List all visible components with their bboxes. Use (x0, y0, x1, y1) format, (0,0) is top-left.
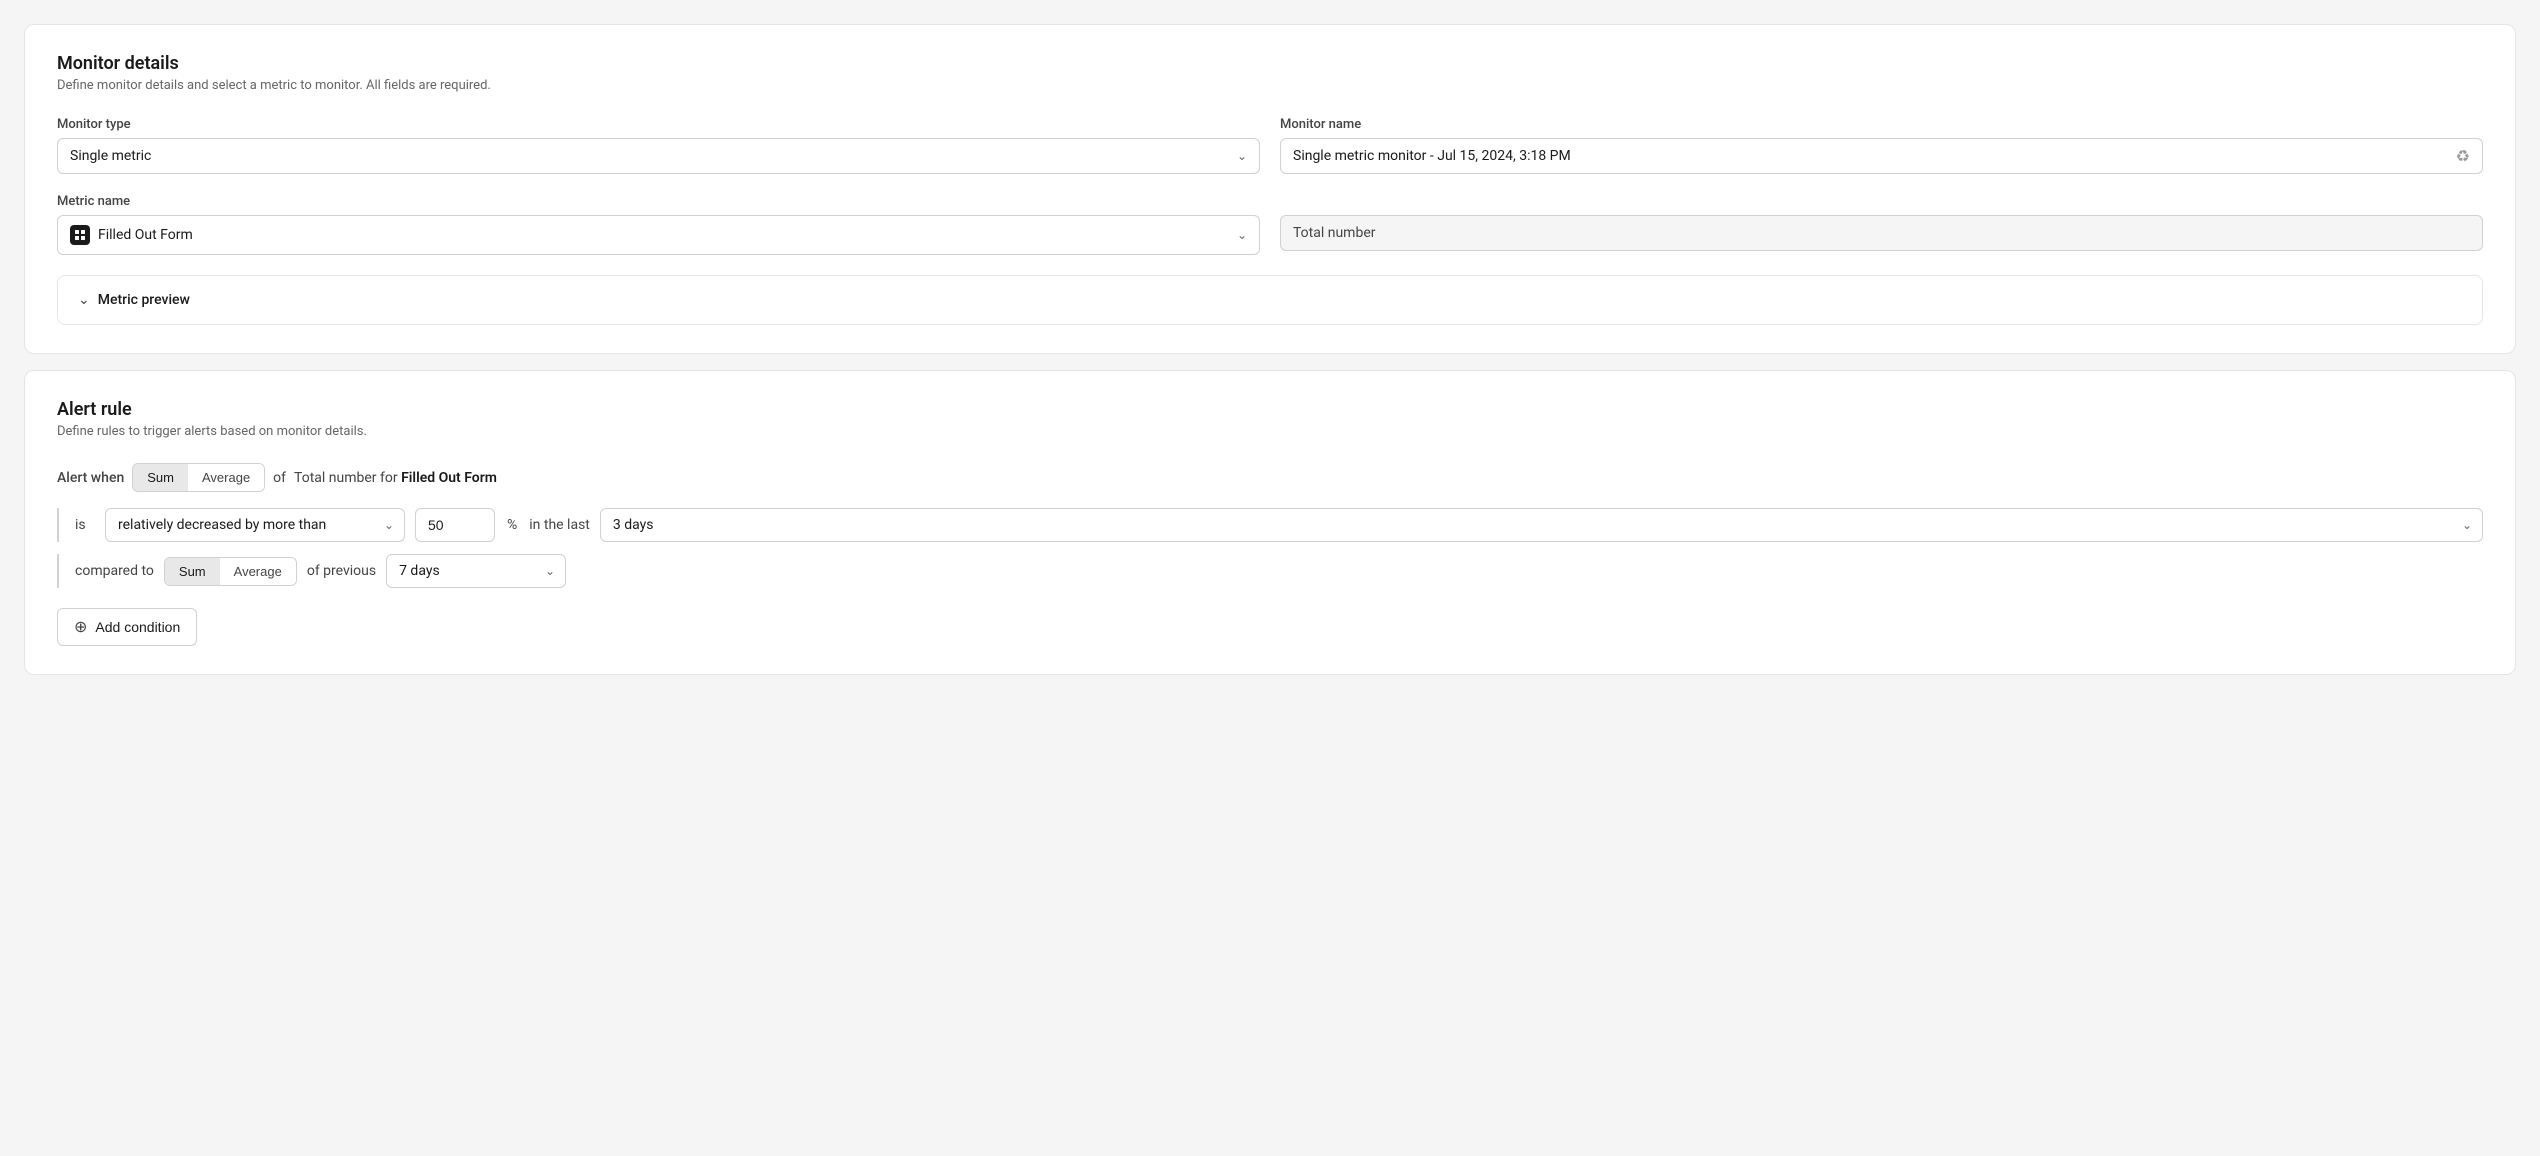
metric-secondary-value: Total number (1280, 215, 2483, 251)
monitor-type-chevron-icon: ⌄ (1237, 149, 1247, 163)
average-button[interactable]: Average (188, 464, 264, 491)
condition-type-value: relatively decreased by more than (118, 517, 326, 533)
metric-name-row: Metric name Filled Out Form ⌄ (57, 194, 2483, 255)
condition-type-chevron-icon: ⌄ (384, 518, 394, 532)
metric-preview-toggle[interactable]: ⌄ Metric preview (78, 292, 2462, 308)
monitor-type-name-row: Monitor type Single metric ⌄ Monitor nam… (57, 117, 2483, 174)
metric-name-chevron-icon: ⌄ (1237, 228, 1247, 242)
monitor-details-title: Monitor details (57, 53, 2483, 74)
alert-metric-name: Total number for Filled Out Form (294, 470, 497, 486)
compared-to-label: compared to (75, 563, 154, 579)
alert-rule-description: Define rules to trigger alerts based on … (57, 424, 2483, 439)
of-previous-label: of previous (307, 563, 376, 579)
add-condition-label: Add condition (95, 619, 180, 635)
monitor-details-description: Define monitor details and select a metr… (57, 78, 2483, 93)
condition-is-label: is (75, 517, 95, 533)
alert-when-row: Alert when Sum Average of Total number f… (57, 463, 2483, 492)
days-value: 3 days (613, 517, 654, 533)
monitor-name-label: Monitor name (1280, 117, 2483, 132)
in-the-last-label: in the last (529, 517, 590, 533)
compared-average-button[interactable]: Average (220, 558, 296, 585)
metric-secondary-group: placeholder Total number (1280, 194, 2483, 255)
metric-name-with-icon: Filled Out Form (70, 225, 193, 245)
compared-sum-button[interactable]: Sum (165, 558, 220, 585)
metric-preview-chevron-icon: ⌄ (78, 292, 90, 308)
monitor-name-value: Single metric monitor - Jul 15, 2024, 3:… (1293, 148, 1571, 164)
condition-row: is relatively decreased by more than ⌄ %… (57, 508, 2483, 542)
condition-type-select[interactable]: relatively decreased by more than ⌄ (105, 508, 405, 542)
condition-unit-label: % (507, 517, 517, 533)
add-condition-icon: ⊕ (74, 617, 87, 637)
previous-days-chevron-icon: ⌄ (545, 564, 555, 578)
metric-name-group: Metric name Filled Out Form ⌄ (57, 194, 1260, 255)
alert-rule-title: Alert rule (57, 399, 2483, 420)
previous-days-value: 7 days (399, 563, 440, 579)
compared-aggregation-toggle: Sum Average (164, 557, 297, 586)
alert-of-text: of (273, 470, 286, 486)
monitor-details-card: Monitor details Define monitor details a… (24, 24, 2516, 354)
sum-button[interactable]: Sum (133, 464, 188, 491)
compared-to-row: compared to Sum Average of previous 7 da… (57, 554, 2483, 588)
metric-icon-svg (74, 229, 86, 241)
metric-brand-icon (70, 225, 90, 245)
condition-value-input[interactable] (415, 508, 495, 542)
alert-rule-card: Alert rule Define rules to trigger alert… (24, 370, 2516, 675)
days-select[interactable]: 3 days ⌄ (600, 508, 2483, 542)
monitor-type-value: Single metric (70, 148, 151, 164)
conditions-block: is relatively decreased by more than ⌄ %… (57, 508, 2483, 588)
metric-preview-section: ⌄ Metric preview (57, 275, 2483, 325)
clear-monitor-name-icon[interactable]: ♻ (2456, 147, 2470, 166)
add-condition-button[interactable]: ⊕ Add condition (57, 608, 197, 646)
monitor-type-label: Monitor type (57, 117, 1260, 132)
alert-form-name: Filled Out Form (401, 470, 497, 486)
metric-name-select[interactable]: Filled Out Form ⌄ (57, 215, 1260, 255)
metric-name-value: Filled Out Form (98, 227, 193, 243)
monitor-type-select[interactable]: Single metric ⌄ (57, 138, 1260, 174)
alert-aggregation-toggle: Sum Average (132, 463, 265, 492)
metric-preview-title: Metric preview (98, 292, 190, 308)
days-chevron-icon: ⌄ (2462, 518, 2472, 532)
monitor-type-group: Monitor type Single metric ⌄ (57, 117, 1260, 174)
alert-when-label: Alert when (57, 470, 124, 486)
metric-name-label: Metric name (57, 194, 1260, 209)
previous-days-select[interactable]: 7 days ⌄ (386, 554, 566, 588)
monitor-name-input[interactable]: Single metric monitor - Jul 15, 2024, 3:… (1280, 138, 2483, 174)
monitor-name-group: Monitor name Single metric monitor - Jul… (1280, 117, 2483, 174)
